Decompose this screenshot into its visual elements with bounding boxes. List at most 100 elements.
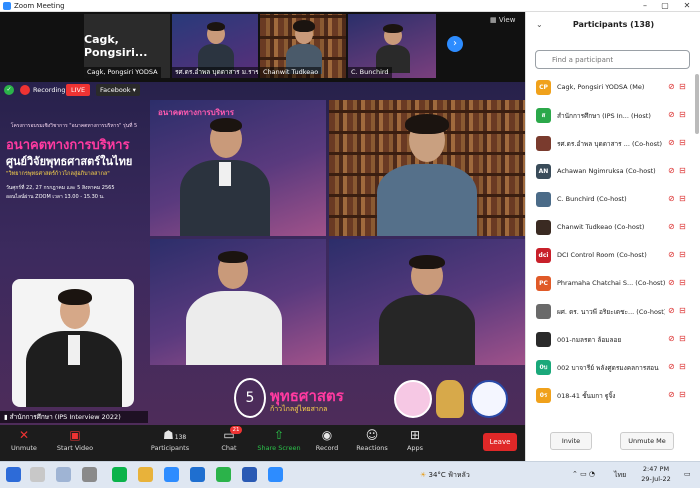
muted-mic-icon[interactable]: ⊘ — [668, 390, 675, 399]
video-off-icon[interactable]: ⊟ — [679, 194, 686, 203]
participant-row[interactable]: ส สำนักการศึกษา (IPS In... (Host) ⊘ ⊟ — [526, 102, 696, 129]
muted-mic-icon[interactable]: ⊘ — [668, 250, 675, 259]
stream-dropdown[interactable]: Facebook ▾ — [96, 84, 140, 96]
participant-avatar: 0ร — [536, 388, 551, 403]
video-off-icon[interactable]: ⊟ — [679, 362, 686, 371]
self-view-tile[interactable] — [12, 279, 134, 407]
input-language[interactable]: ไทย — [614, 470, 626, 481]
participant-row[interactable]: dci DCI Control Room (Co-host) ⊘ ⊟ — [526, 242, 696, 269]
participant-name: 002 บาจารีย์ พลังศูดรมงคลการสอน — [557, 364, 659, 372]
strip-tile-chanwit[interactable]: Chanwit Tudkeao — [260, 14, 346, 78]
weather-widget[interactable]: ☀ 34°C ฟ้าหลัว — [420, 470, 470, 481]
chat-button[interactable]: ▭ Chat 21 — [214, 426, 244, 460]
strip-tile-self[interactable]: Cagk, Pongsiri... Cagk, Pongsiri YODSA — [84, 14, 170, 78]
search-icon[interactable] — [30, 467, 45, 482]
video-tile-bunchird[interactable] — [329, 239, 525, 365]
participant-row[interactable]: ผศ. ดร. นาวพี อริยะเดชะ... (Co-host) ⊘ ⊟ — [526, 298, 696, 325]
participant-row[interactable]: Chanwit Tudkeao (Co-host) ⊘ ⊟ — [526, 214, 696, 241]
share-screen-icon: ⇧ — [273, 428, 285, 442]
speaker-person — [186, 251, 282, 365]
file-explorer-icon[interactable] — [138, 467, 153, 482]
poster-title-line2: ศูนย์วิจัยพุทธศาสตร์ในไทย — [6, 155, 133, 168]
muted-mic-icon[interactable]: ⊘ — [668, 194, 675, 203]
video-tile-chanwit[interactable] — [329, 100, 525, 236]
unmute-me-button[interactable]: Unmute Me — [620, 432, 674, 450]
mail-icon[interactable] — [190, 467, 205, 482]
muted-mic-icon[interactable]: ⊘ — [668, 82, 675, 91]
participant-row[interactable]: รศ.ดร.อำพล บุดดาสาร ... (Co-host) ⊘ ⊟ — [526, 130, 696, 157]
video-off-icon[interactable]: ⊟ — [679, 390, 686, 399]
strip-tile-bunchird[interactable]: C. Bunchird — [348, 14, 436, 78]
video-tile-speaker3[interactable] — [150, 239, 326, 365]
apps-button[interactable]: ⊞ Apps — [402, 428, 428, 460]
leave-button[interactable]: Leave — [483, 433, 517, 451]
line-app-icon[interactable] — [112, 467, 127, 482]
video-off-icon[interactable]: ⊟ — [679, 222, 686, 231]
participant-name: 001-กมลรดา ล้อมลอย — [557, 336, 622, 344]
edge-icon[interactable] — [164, 467, 179, 482]
participant-row[interactable]: C. Bunchird (Co-host) ⊘ ⊟ — [526, 186, 696, 213]
video-off-icon[interactable]: ⊟ — [679, 278, 686, 287]
participant-row[interactable]: PC Phramaha Chatchai S... (Co-host) ⊘ ⊟ — [526, 270, 696, 297]
video-off-icon[interactable]: ⊟ — [679, 82, 686, 91]
share-screen-button[interactable]: ⇧ Share Screen — [256, 428, 302, 460]
video-tile-ampol[interactable]: อนาคตทางการบริหาร — [150, 100, 326, 236]
close-icon[interactable]: ✕ — [678, 0, 696, 12]
record-icon: ◉ — [321, 428, 333, 442]
participant-search-input[interactable] — [535, 50, 690, 69]
chrome-icon[interactable] — [216, 467, 231, 482]
muted-mic-icon[interactable]: ⊘ — [668, 306, 675, 315]
muted-mic-icon[interactable]: ⊘ — [668, 278, 675, 287]
start-video-button[interactable]: ▣ Start Video — [52, 428, 98, 460]
widget-icon[interactable] — [82, 467, 97, 482]
participant-avatar — [536, 220, 551, 235]
reactions-button[interactable]: ☺ Reactions — [352, 428, 392, 460]
participant-row[interactable]: 0บ 002 บาจารีย์ พลังศูดรมงคลการสอน ⊘ ⊟ — [526, 354, 696, 381]
strip-person — [286, 20, 322, 74]
shield-icon: ✓ — [4, 85, 14, 95]
live-badge[interactable]: LIVE — [66, 84, 90, 96]
video-off-icon[interactable]: ⊟ — [679, 138, 686, 147]
participant-name: Chanwit Tudkeao (Co-host) — [557, 223, 645, 231]
view-button[interactable]: ▦ View — [490, 16, 515, 24]
muted-mic-icon[interactable]: ⊘ — [668, 362, 675, 371]
video-off-icon[interactable]: ⊟ — [679, 306, 686, 315]
record-button[interactable]: ◉ Record — [312, 428, 342, 460]
clock[interactable]: 2:47 PM 29-Jul-22 — [636, 464, 676, 484]
video-off-icon[interactable]: ⊟ — [679, 250, 686, 259]
invite-button[interactable]: Invite — [550, 432, 592, 450]
muted-mic-icon[interactable]: ⊘ — [668, 138, 675, 147]
notifications-icon[interactable]: ▭ — [684, 470, 691, 478]
participants-icon: ☗138 — [163, 428, 187, 442]
muted-mic-icon[interactable]: ⊘ — [668, 110, 675, 119]
participant-name: Achawan Ngimruksa (Co-host) — [557, 167, 656, 175]
strip-next-arrow-icon[interactable]: › — [447, 36, 463, 52]
poster-subtitle: "วิทยากรพุทธศาสตร์ก้าวไกลสู่อภิบาลสากล" — [6, 171, 110, 177]
strip-tile-name: รศ.ดร.อำพล บุดดาสาร ม.ราช... — [172, 67, 258, 78]
video-off-icon[interactable]: ⊟ — [679, 334, 686, 343]
participant-avatar: CP — [536, 80, 551, 95]
zoom-app-icon[interactable] — [268, 467, 283, 482]
muted-mic-icon[interactable]: ⊘ — [668, 166, 675, 175]
task-view-icon[interactable] — [56, 467, 71, 482]
participants-button[interactable]: ☗138 Participants — [148, 428, 192, 460]
start-icon[interactable] — [6, 467, 21, 482]
participant-row[interactable]: 0ร 018-41 ชั้นมกา ฐูจิ้ง ⊘ ⊟ — [526, 382, 696, 409]
slide-title: อนาคตทางการบริหาร — [158, 108, 235, 117]
participant-row[interactable]: AN Achawan Ngimruksa (Co-host) ⊘ ⊟ — [526, 158, 696, 185]
participant-row[interactable]: CP Cagk, Pongsiri YODSA (Me) ⊘ ⊟ — [526, 74, 696, 101]
reactions-icon: ☺ — [365, 428, 379, 442]
tray-icons[interactable]: ⌃ ▭ ◔ — [572, 470, 595, 478]
maximize-icon[interactable]: ▢ — [656, 0, 674, 12]
video-off-icon[interactable]: ⊟ — [679, 166, 686, 175]
video-off-icon[interactable]: ⊟ — [679, 110, 686, 119]
minimize-icon[interactable]: – — [636, 0, 654, 12]
participant-row[interactable]: 001-กมลรดา ล้อมลอย ⊘ ⊟ — [526, 326, 696, 353]
muted-mic-icon[interactable]: ⊘ — [668, 334, 675, 343]
word-icon[interactable] — [242, 467, 257, 482]
muted-mic-icon[interactable]: ⊘ — [668, 222, 675, 231]
speaker-person — [379, 255, 475, 365]
strip-tile-ampol[interactable]: รศ.ดร.อำพล บุดดาสาร ม.ราช... — [172, 14, 258, 78]
unmute-button[interactable]: ✕ Unmute — [6, 428, 42, 460]
panel-title: Participants (138) — [572, 20, 655, 29]
